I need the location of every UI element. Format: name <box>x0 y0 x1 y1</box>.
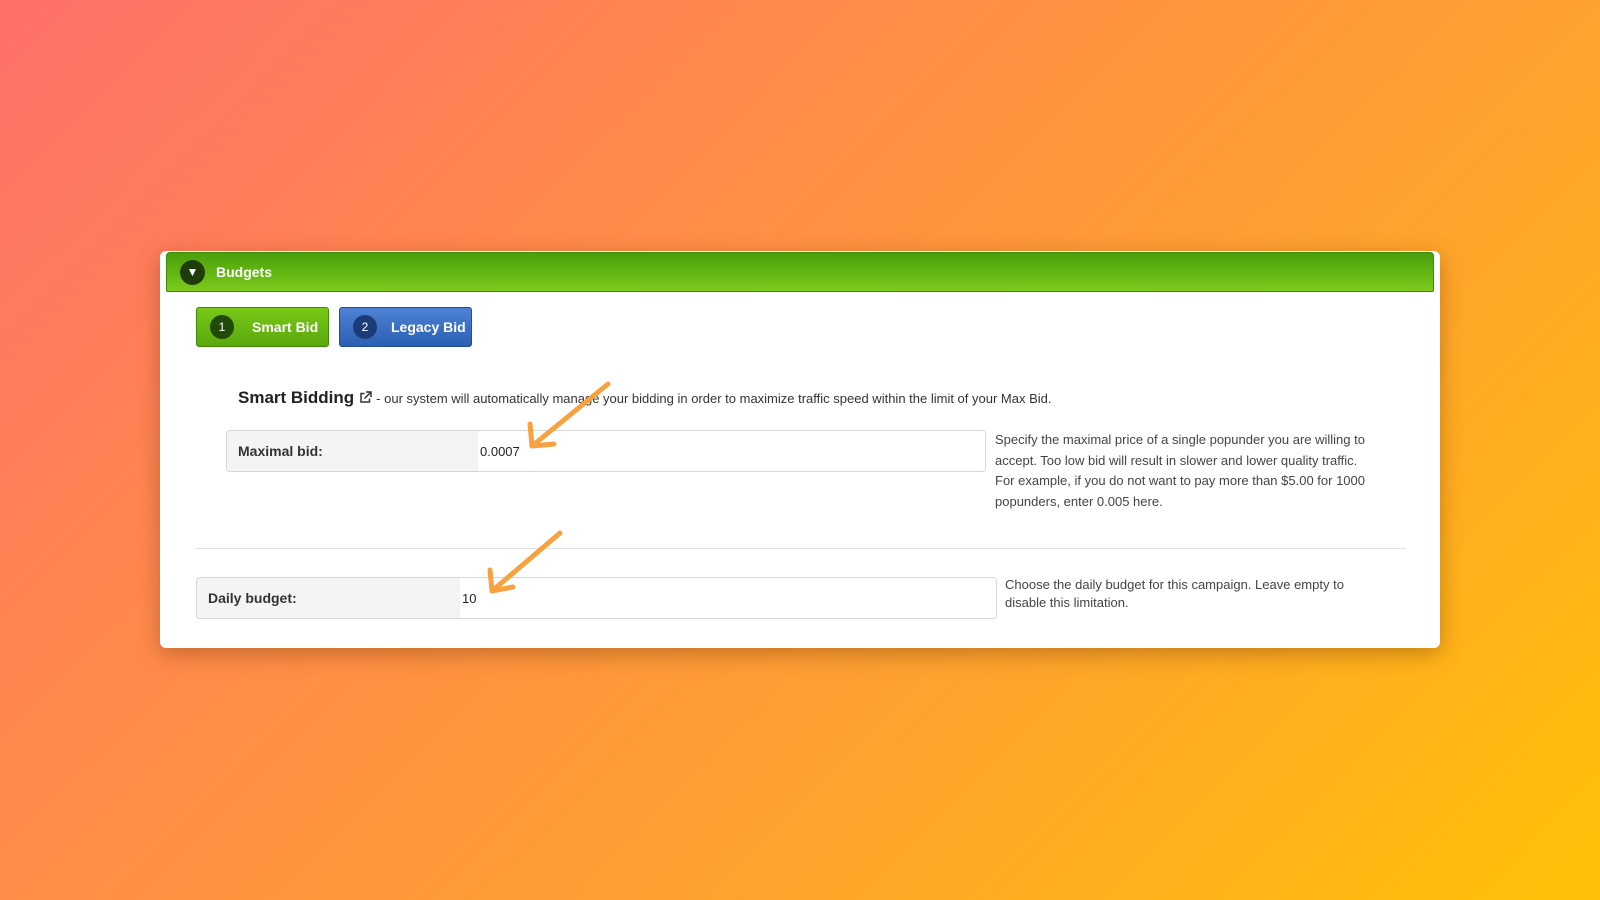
external-link-icon[interactable] <box>359 391 372 404</box>
tab-smart-bid[interactable]: 1 Smart Bid <box>196 307 329 347</box>
maximal-bid-input[interactable] <box>478 431 985 471</box>
smart-bidding-description: - our system will automatically manage y… <box>376 391 1052 406</box>
daily-budget-field: Daily budget: <box>196 577 997 619</box>
maximal-bid-help: Specify the maximal price of a single po… <box>995 432 1365 509</box>
tab-label: Legacy Bid <box>391 319 466 335</box>
maximal-bid-label: Maximal bid: <box>227 431 478 471</box>
maximal-bid-field: Maximal bid: <box>226 430 986 472</box>
divider <box>196 548 1406 549</box>
daily-budget-help: Choose the daily budget for this campaig… <box>1005 577 1344 610</box>
smart-bidding-title: Smart Bidding <box>238 388 355 407</box>
tab-legacy-bid[interactable]: 2 Legacy Bid <box>339 307 472 347</box>
tab-label: Smart Bid <box>252 319 319 335</box>
daily-budget-label: Daily budget: <box>197 578 460 618</box>
section-title: Budgets <box>216 264 272 280</box>
tab-number-badge: 2 <box>353 315 377 339</box>
daily-budget-input[interactable] <box>460 578 996 618</box>
budgets-panel: ▼ Budgets 1 Smart Bid 2 Legacy Bid Smart… <box>160 251 1440 648</box>
budgets-section-header[interactable]: ▼ Budgets <box>166 252 1434 292</box>
caret-down-icon[interactable]: ▼ <box>180 259 205 285</box>
smart-bidding-intro: Smart Bidding - our system will automati… <box>238 388 1052 408</box>
tab-number-badge: 1 <box>210 315 234 339</box>
